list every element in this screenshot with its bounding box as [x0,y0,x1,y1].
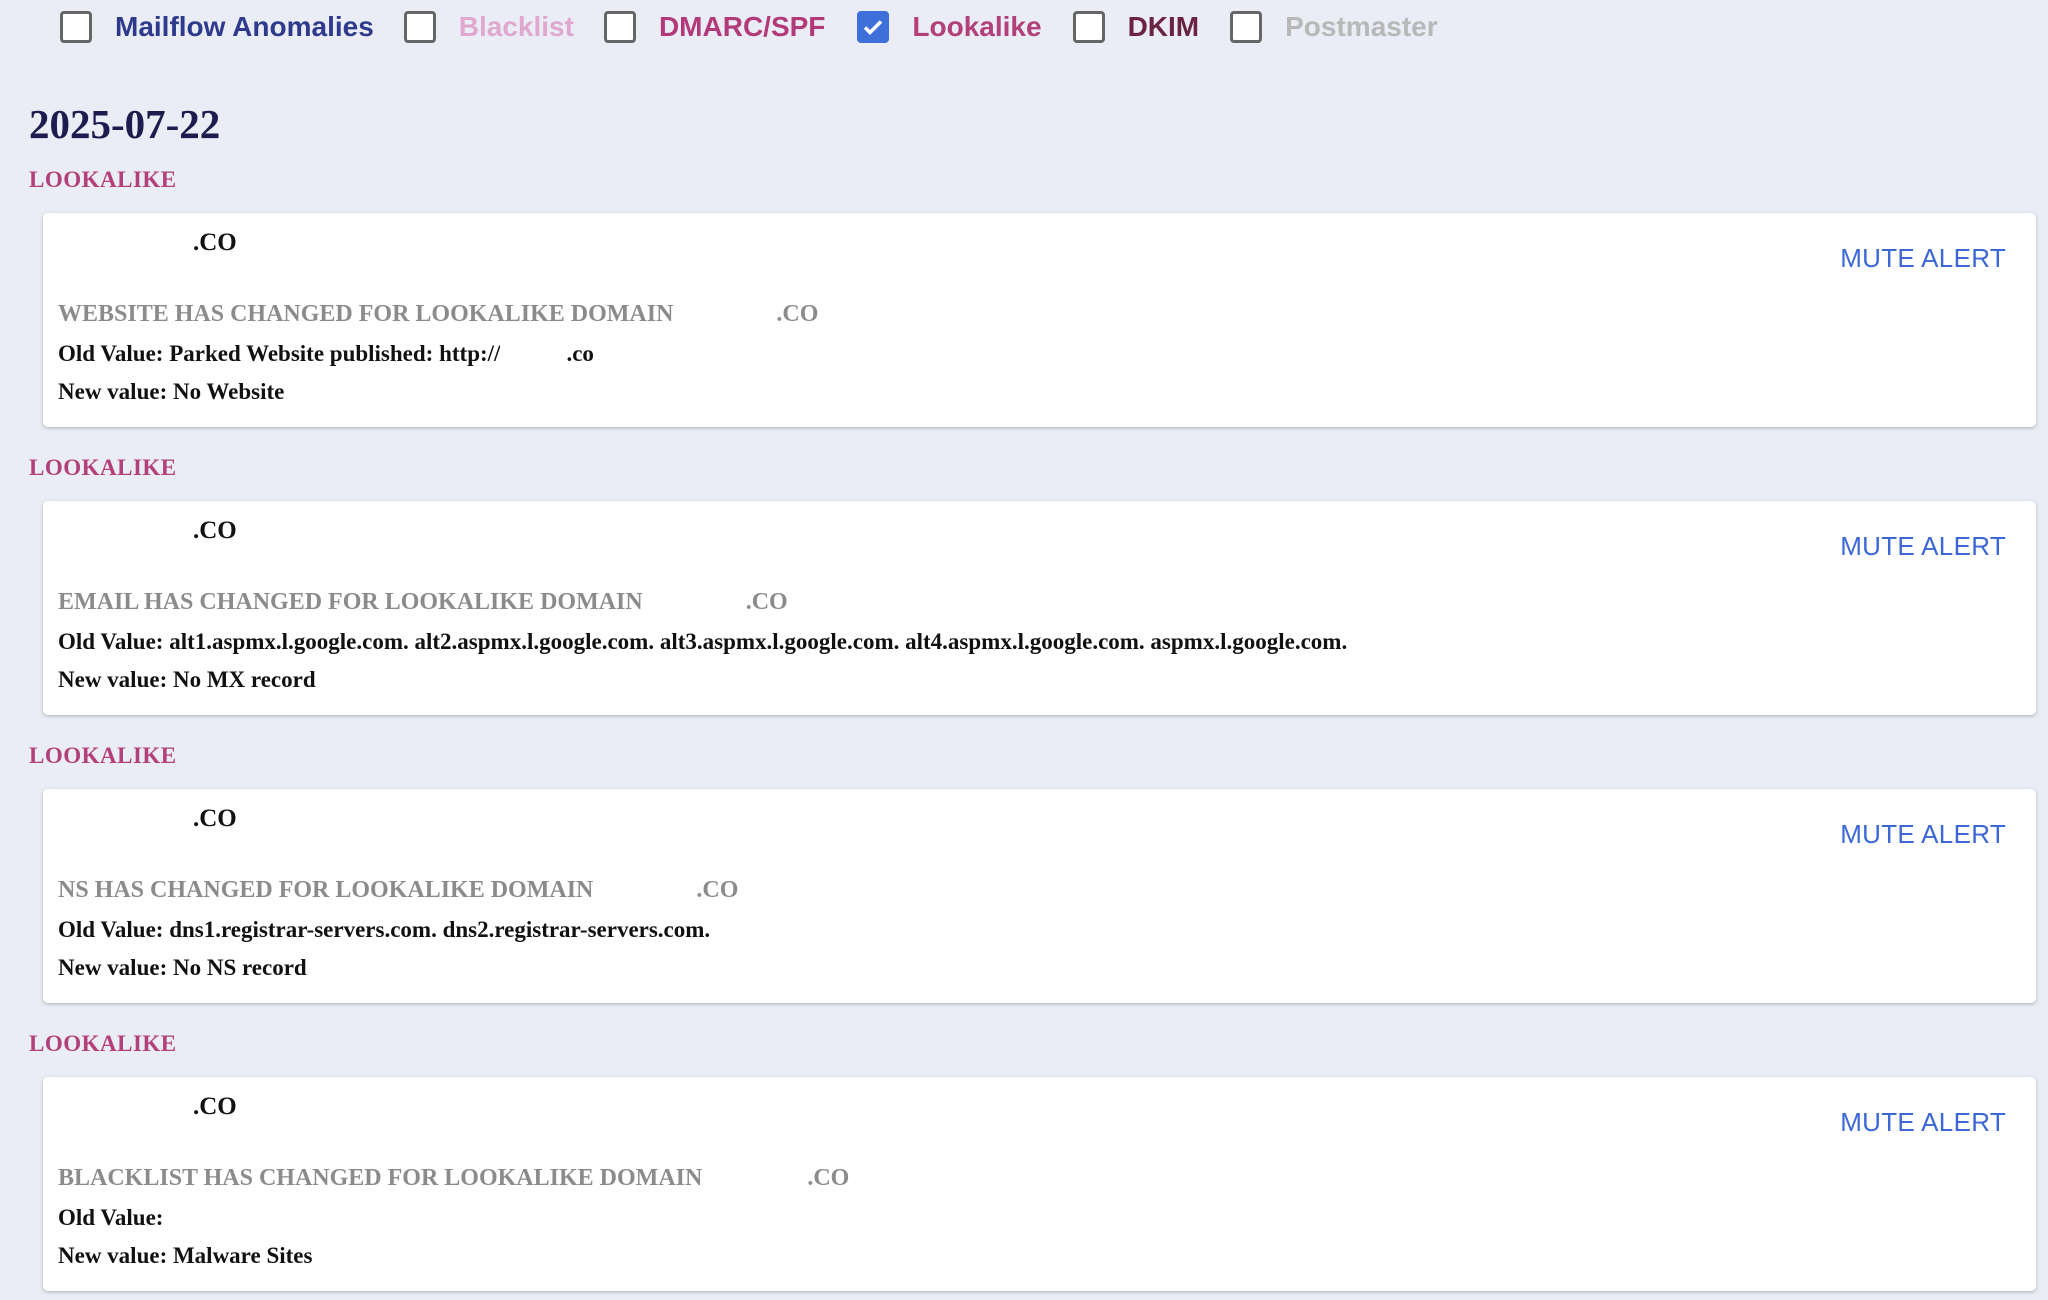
filter-label: DMARC/SPF [658,11,826,42]
alert-category: LOOKALIKE [29,167,177,192]
redacted-domain-name [83,231,193,255]
alert-title-text: EMAIL HAS CHANGED FOR LOOKALIKE DOMAIN [58,589,643,615]
checkbox-lookalike[interactable] [857,11,890,43]
filter-mailflow-anomalies[interactable]: Mailflow Anomalies [60,11,374,43]
filter-label: Postmaster [1285,11,1438,42]
alert-card: .CO MUTE ALERT BLACKLIST HAS CHANGED FOR… [43,1077,2036,1291]
alert-domain: .CO [83,1093,237,1121]
filter-label: Mailflow Anomalies [115,11,374,42]
filter-lookalike[interactable]: Lookalike [857,11,1042,43]
alert-title-tld: .CO [745,589,788,615]
new-value: New value: No MX record [58,667,316,692]
new-value: New value: No Website [58,379,285,404]
redacted-domain-name [83,519,193,543]
old-value: Old Value: [58,1205,163,1231]
old-value-text: Old Value: Parked Website published: htt… [58,341,501,366]
old-value: Old Value: Parked Website published: htt… [58,341,594,367]
old-value-tail: .co [566,341,594,366]
mute-alert-button[interactable]: MUTE ALERT [1840,1107,2006,1138]
new-value: New value: Malware Sites [58,1243,313,1268]
alert-group: LOOKALIKE .CO MUTE ALERT BLACKLIST HAS C… [0,1030,2048,1300]
redacted-domain-name [83,1095,193,1119]
checkmark-icon [864,20,883,35]
alert-card: .CO MUTE ALERT WEBSITE HAS CHANGED FOR L… [43,213,2036,427]
filter-label: DKIM [1127,11,1200,42]
mute-alert-button[interactable]: MUTE ALERT [1840,819,2006,850]
old-value-text: Old Value: alt1.aspmx.l.google.com. alt2… [58,629,1348,654]
filter-postmaster[interactable]: Postmaster [1230,11,1438,43]
mute-alert-button[interactable]: MUTE ALERT [1840,243,2006,274]
alert-card: .CO MUTE ALERT NS HAS CHANGED FOR LOOKAL… [43,789,2036,1003]
filter-bar: Mailflow Anomalies Blacklist DMARC/SPF L… [60,8,1438,46]
alert-title-text: NS HAS CHANGED FOR LOOKALIKE DOMAIN [58,877,594,903]
alert-domain: .CO [83,229,237,257]
redacted-domain-name [500,343,567,361]
old-value: Old Value: alt1.aspmx.l.google.com. alt2… [58,629,1347,655]
alert-title: NS HAS CHANGED FOR LOOKALIKE DOMAIN .CO [58,877,738,904]
mute-alert-button[interactable]: MUTE ALERT [1840,531,2006,562]
checkbox-mailflow-anomalies[interactable] [60,11,92,43]
alert-domain: .CO [83,805,237,833]
alert-title-tld: .CO [807,1165,850,1191]
alert-title-tld: .CO [776,301,819,327]
alert-title: WEBSITE HAS CHANGED FOR LOOKALIKE DOMAIN… [58,301,818,328]
alert-list: LOOKALIKE .CO MUTE ALERT WEBSITE HAS CHA… [0,166,2048,1300]
date-heading: 2025-07-22 [29,101,221,147]
checkbox-postmaster[interactable] [1230,11,1263,43]
new-value: New value: No NS record [58,955,307,980]
domain-tld: .CO [193,517,237,544]
alert-category: LOOKALIKE [29,1031,177,1056]
alert-card: .CO MUTE ALERT EMAIL HAS CHANGED FOR LOO… [43,501,2036,715]
filter-dkim[interactable]: DKIM [1072,11,1200,43]
alert-title-text: WEBSITE HAS CHANGED FOR LOOKALIKE DOMAIN [58,301,674,327]
alert-category: LOOKALIKE [29,743,177,768]
checkbox-blacklist[interactable] [403,11,436,43]
alert-title-text: BLACKLIST HAS CHANGED FOR LOOKALIKE DOMA… [58,1165,703,1191]
alert-group: LOOKALIKE .CO MUTE ALERT WEBSITE HAS CHA… [0,166,2048,454]
domain-tld: .CO [193,805,237,832]
checkbox-dkim[interactable] [1072,11,1105,43]
alert-title-tld: .CO [696,877,739,903]
old-value-text: Old Value: dns1.registrar-servers.com. d… [58,917,711,942]
alert-title: EMAIL HAS CHANGED FOR LOOKALIKE DOMAIN .… [58,589,788,616]
domain-tld: .CO [193,229,237,256]
domain-tld: .CO [193,1093,237,1120]
alert-domain: .CO [83,517,237,545]
alert-group: LOOKALIKE .CO MUTE ALERT EMAIL HAS CHANG… [0,454,2048,742]
old-value: Old Value: dns1.registrar-servers.com. d… [58,917,710,943]
filter-blacklist[interactable]: Blacklist [403,11,574,43]
alert-group: LOOKALIKE .CO MUTE ALERT NS HAS CHANGED … [0,742,2048,1030]
filter-label: Blacklist [458,11,574,42]
redacted-domain-name [83,807,193,831]
alert-title: BLACKLIST HAS CHANGED FOR LOOKALIKE DOMA… [58,1165,849,1192]
old-value-text: Old Value: [58,1205,164,1230]
filter-label: Lookalike [912,11,1042,42]
checkbox-dmarc-spf[interactable] [603,11,636,43]
alert-category: LOOKALIKE [29,455,177,480]
filter-dmarc-spf[interactable]: DMARC/SPF [603,11,826,43]
